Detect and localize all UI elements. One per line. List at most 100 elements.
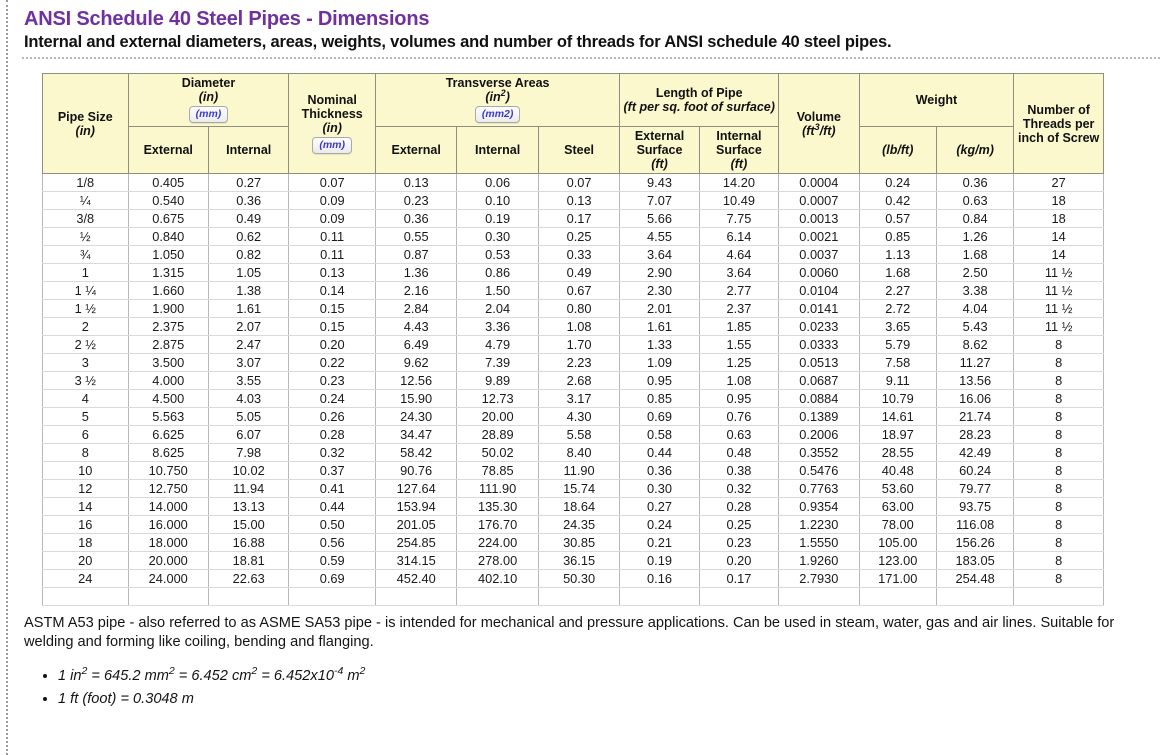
table-cell: 16.06 bbox=[935, 389, 1015, 408]
th-length-internal-label: Internal Surface bbox=[715, 129, 762, 157]
table-cell: 0.30 bbox=[456, 227, 539, 246]
table-cell: 0.840 bbox=[127, 227, 209, 246]
table-cell: 3 ½ bbox=[42, 371, 129, 390]
table-cell: 8 bbox=[1013, 533, 1104, 552]
table-cell: 0.24 bbox=[288, 389, 376, 408]
table-cell: 10.79 bbox=[858, 389, 937, 408]
table-cell: 11 ½ bbox=[1013, 263, 1104, 282]
table-cell: 0.82 bbox=[207, 245, 290, 264]
table-cell-empty bbox=[42, 587, 129, 606]
table-cell: 201.05 bbox=[374, 515, 458, 534]
table-cell: 3.64 bbox=[698, 263, 780, 282]
th-length-of-pipe-label: Length of Pipe bbox=[655, 86, 743, 100]
ta-unit-post: ) bbox=[505, 90, 510, 104]
table-cell: 2.37 bbox=[698, 299, 780, 318]
table-cell: 3/8 bbox=[42, 209, 129, 228]
diameter-mm-toggle-button[interactable]: (mm) bbox=[188, 106, 229, 123]
th-diameter-internal: Internal bbox=[207, 126, 290, 174]
table-cell: 1.09 bbox=[619, 353, 700, 372]
table-cell: 8 bbox=[1013, 515, 1104, 534]
table-cell: 0.17 bbox=[537, 209, 621, 228]
table-row: 16 16.000 15.00 0.50 201.05 176.70 24.35 0.24 0.… bbox=[42, 515, 1104, 534]
table-cell: 0.14 bbox=[288, 281, 376, 300]
table-cell: 0.50 bbox=[288, 515, 376, 534]
table-cell: 18 bbox=[1013, 209, 1104, 228]
table-cell-empty bbox=[456, 587, 539, 606]
table-cell: 1.660 bbox=[127, 281, 209, 300]
table-cell: 0.0007 bbox=[778, 191, 860, 210]
table-cell: 2.07 bbox=[207, 317, 290, 336]
table-cell: 2.77 bbox=[698, 281, 780, 300]
table-row: 3/8 0.675 0.49 0.09 0.36 0.19 0.17 5.66 7.75 0.00… bbox=[42, 209, 1104, 228]
table-cell: 2.47 bbox=[207, 335, 290, 354]
table-cell: 116.08 bbox=[935, 515, 1015, 534]
table-cell: 127.64 bbox=[374, 479, 458, 498]
table-cell: 0.49 bbox=[537, 263, 621, 282]
table-cell: 0.0233 bbox=[778, 317, 860, 336]
table-cell: 0.15 bbox=[288, 299, 376, 318]
table-cell: 2.50 bbox=[935, 263, 1015, 282]
text-run: = 6.452x10 bbox=[257, 667, 334, 684]
table-cell: ¼ bbox=[42, 191, 129, 210]
table-cell: 314.15 bbox=[374, 551, 458, 570]
superscript: -4 bbox=[333, 664, 344, 677]
table-cell: 18 bbox=[42, 533, 129, 552]
table-cell: 1.050 bbox=[127, 245, 209, 264]
table-cell: 4.55 bbox=[619, 227, 700, 246]
table-cell-empty bbox=[374, 587, 458, 606]
th-transverse-areas-label: Transverse Areas bbox=[445, 76, 550, 90]
th-diameter-unit: (in) bbox=[198, 90, 219, 104]
thickness-mm-toggle-button[interactable]: (mm) bbox=[312, 136, 352, 154]
table-row: ¼ 0.540 0.36 0.09 0.23 0.10 0.13 7.07 10.49 0.000… bbox=[42, 191, 1104, 210]
table-cell: 0.41 bbox=[288, 479, 376, 498]
table-cell: 3 bbox=[42, 353, 129, 372]
table-cell: 0.09 bbox=[288, 209, 376, 228]
table-cell: 0.95 bbox=[698, 389, 780, 408]
table-cell: 0.9354 bbox=[778, 497, 860, 516]
table-cell: 3.500 bbox=[127, 353, 209, 372]
table-cell: 12.56 bbox=[374, 371, 458, 390]
table-cell: ½ bbox=[42, 227, 129, 246]
table-cell: 4.000 bbox=[127, 371, 209, 390]
table-cell: 8 bbox=[1013, 335, 1104, 354]
table-cell: 0.540 bbox=[127, 191, 209, 210]
th-length-internal-unit: (ft) bbox=[730, 157, 748, 171]
table-cell: 6.49 bbox=[374, 335, 458, 354]
table-row: 5 5.563 5.05 0.26 24.30 20.00 4.30 0.69 0.76 0.13… bbox=[42, 407, 1104, 426]
table-cell: 0.2006 bbox=[778, 425, 860, 444]
table-cell: 8.40 bbox=[537, 443, 621, 462]
superscript: 2 bbox=[359, 664, 366, 677]
table-cell: 2.90 bbox=[619, 263, 700, 282]
table-cell: 58.42 bbox=[374, 443, 458, 462]
header-row-2: External Internal External Internal Stee… bbox=[43, 126, 1104, 174]
table-cell: 1.85 bbox=[698, 317, 780, 336]
areas-mm2-toggle-button[interactable]: (mm2) bbox=[474, 106, 521, 123]
table-cell: 12 bbox=[42, 479, 129, 498]
table-cell: 42.49 bbox=[935, 443, 1015, 462]
table-row: 6 6.625 6.07 0.28 34.47 28.89 5.58 0.58 0.63 0.20… bbox=[42, 425, 1104, 444]
table-cell: 21.74 bbox=[935, 407, 1015, 426]
table-cell: 28.55 bbox=[858, 443, 937, 462]
table-cell: 12.73 bbox=[456, 389, 539, 408]
table-cell: 18.000 bbox=[127, 533, 209, 552]
table-cell: 0.0013 bbox=[778, 209, 860, 228]
page-root: ANSI Schedule 40 Steel Pipes - Dimension… bbox=[0, 0, 1170, 755]
th-nominal-thickness: Nominal Thickness (in) (mm) bbox=[288, 73, 376, 174]
table-cell: 9.89 bbox=[456, 371, 539, 390]
table-cell: 2.01 bbox=[619, 299, 700, 318]
table-cell: 0.95 bbox=[619, 371, 700, 390]
table-cell: 15.74 bbox=[537, 479, 621, 498]
table-cell: 5.58 bbox=[537, 425, 621, 444]
th-weight-kg: (kg/m) bbox=[935, 126, 1015, 174]
table-cell: 254.48 bbox=[935, 569, 1015, 588]
table-cell: 156.26 bbox=[935, 533, 1015, 552]
table-cell: 4.500 bbox=[127, 389, 209, 408]
th-length-external: External Surface (ft) bbox=[619, 126, 700, 174]
table-cell: 6.14 bbox=[698, 227, 780, 246]
table-cell: 0.0037 bbox=[778, 245, 860, 264]
table-cell: 8 bbox=[1013, 569, 1104, 588]
table-cell: 0.17 bbox=[698, 569, 780, 588]
table-cell: 0.48 bbox=[698, 443, 780, 462]
table-cell: 8 bbox=[1013, 407, 1104, 426]
table-cell: 2.7930 bbox=[778, 569, 860, 588]
